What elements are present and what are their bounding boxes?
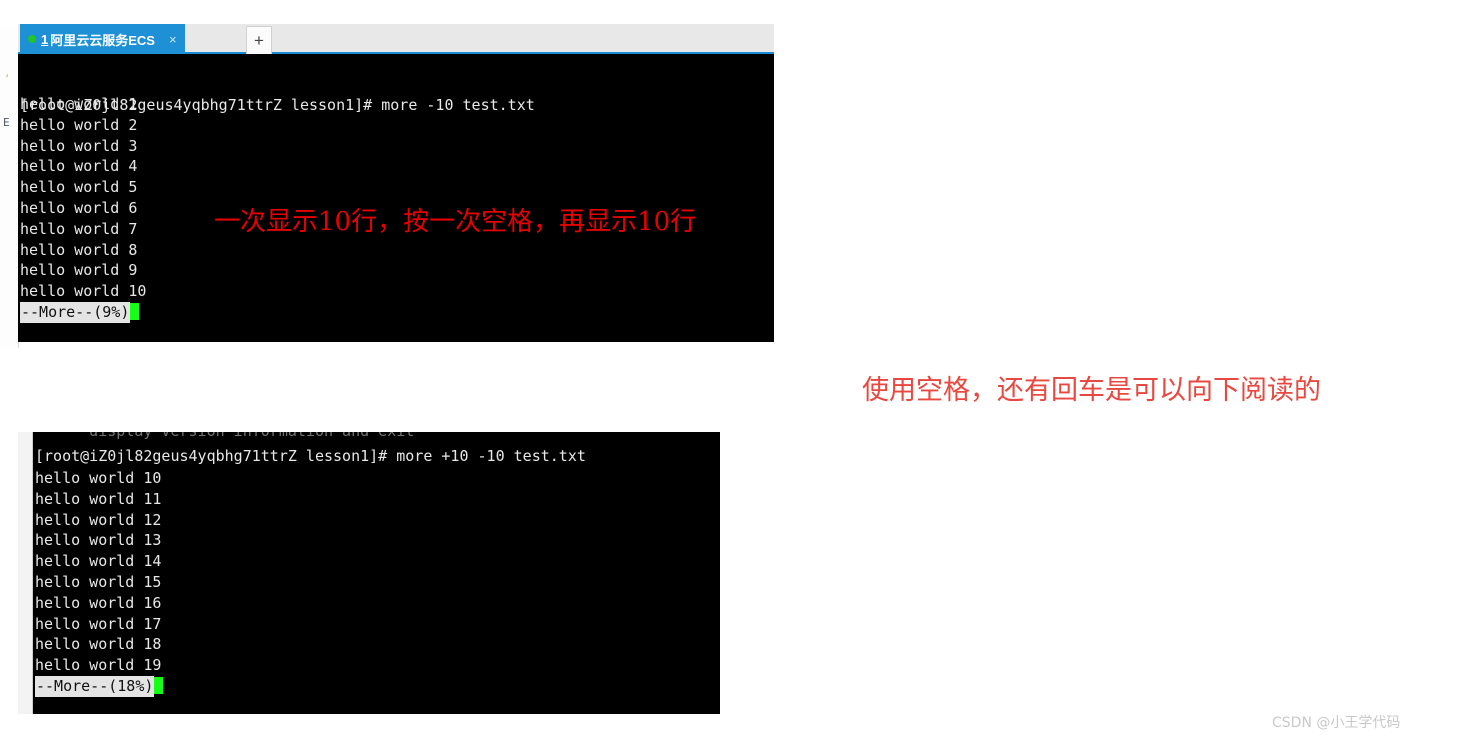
new-tab-button[interactable]: +	[246, 26, 272, 54]
tab-ecs-session-1[interactable]: 1 阿里云云服务ECS ×	[20, 24, 185, 54]
output-line: hello world 1	[20, 95, 138, 113]
output-line: hello world 11	[35, 489, 162, 508]
green-dot-icon	[28, 35, 36, 43]
terminal-screen-2[interactable]: display version information and exit [ro…	[33, 432, 720, 714]
more-pager-prompt-2: --More--(18%)	[35, 675, 155, 697]
close-icon[interactable]: ×	[169, 33, 177, 46]
terminal-cursor	[154, 676, 164, 694]
background-window-edge: , E	[0, 28, 19, 348]
terminal-output-2: hello world 10 hello world 11 hello worl…	[35, 468, 164, 697]
tab-title: 阿里云云服务ECS	[50, 32, 155, 48]
more-pager-prompt-1: --More--(9%)	[20, 301, 131, 323]
side-annotation-text: 使用空格，还有回车是可以向下阅读的	[862, 375, 1321, 406]
output-line: hello world 8	[20, 240, 138, 259]
ghost-fragment: ,	[4, 66, 11, 79]
terminal-cursor	[130, 302, 140, 320]
output-line: hello world 2	[20, 115, 138, 134]
terminal-output-1: hello world 1 hello world 2 hello world …	[20, 94, 146, 323]
annotation-text-1: 一次显示10行，按一次空格，再显示10行	[214, 207, 697, 237]
output-line: hello world 3	[20, 136, 138, 155]
output-line: hello world 5	[20, 178, 138, 197]
output-line: hello world 13	[35, 531, 162, 550]
output-line: hello world 14	[35, 552, 162, 571]
output-line: hello world 16	[35, 593, 162, 612]
output-line: hello world 17	[35, 614, 162, 633]
output-line: hello world 19	[35, 656, 162, 675]
command-prompt-line-2: [root@iZ0jl82geus4yqbhg71ttrZ lesson1]# …	[35, 447, 586, 465]
output-line: hello world 10	[35, 469, 162, 487]
csdn-watermark: CSDN @小王学代码	[1272, 715, 1401, 731]
tab-strip-1: 1 阿里云云服务ECS × +	[18, 24, 774, 54]
output-line: hello world 4	[20, 157, 138, 176]
output-line: hello world 12	[35, 510, 162, 529]
tab-number: 1	[41, 31, 49, 47]
terminal-screen-1[interactable]: [root@iZ0jl82geus4yqbhg71ttrZ lesson1]# …	[18, 54, 774, 342]
output-line: hello world 6	[20, 198, 138, 217]
clipped-previous-line: display version information and exit	[35, 432, 414, 442]
output-line: hello world 10	[20, 282, 147, 301]
terminal-window-2: display version information and exit [ro…	[18, 432, 720, 714]
ghost-fragment: E	[3, 116, 10, 129]
window-2-left-rail	[18, 432, 33, 714]
output-line: hello world 9	[20, 261, 138, 280]
output-line: hello world 7	[20, 219, 138, 238]
terminal-window-1: 1 阿里云云服务ECS × + [root@iZ0jl82geus4yqbhg7…	[18, 24, 774, 342]
output-line: hello world 18	[35, 635, 162, 654]
output-line: hello world 15	[35, 572, 162, 591]
